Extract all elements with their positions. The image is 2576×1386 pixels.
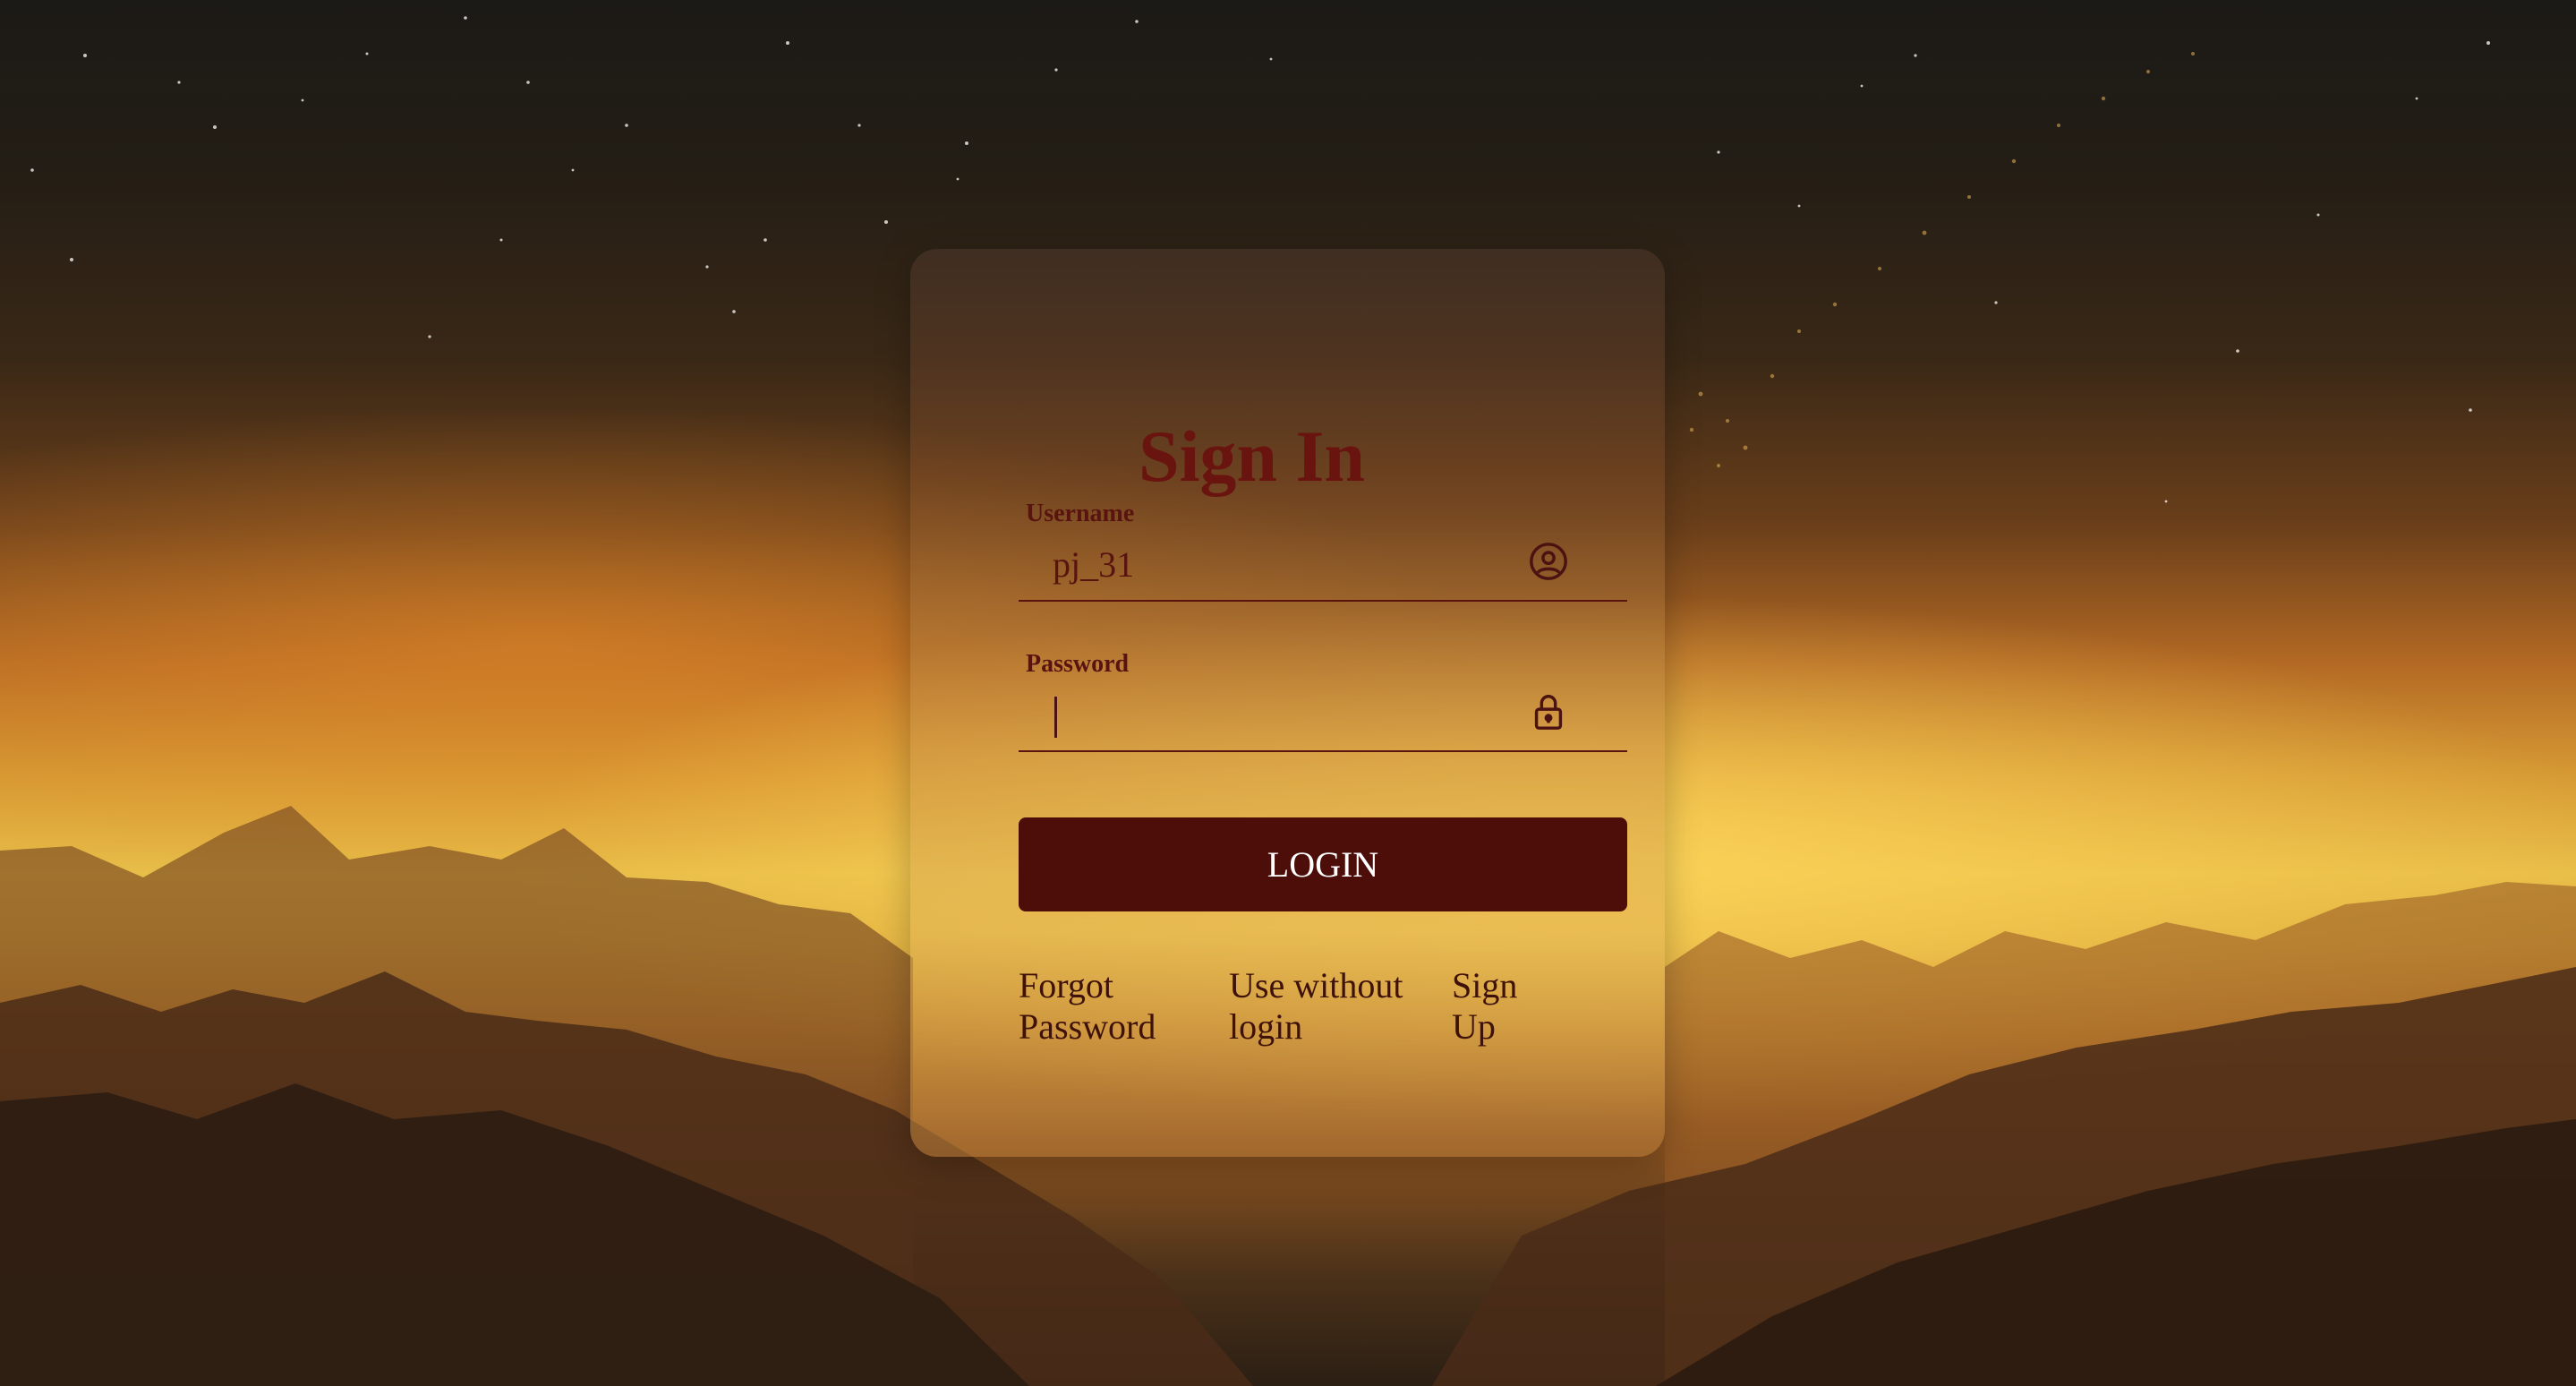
forgot-password-line1: Forgot bbox=[1019, 965, 1113, 1005]
login-button[interactable]: LOGIN bbox=[1019, 817, 1627, 911]
password-field: Password bbox=[1019, 650, 1627, 757]
use-without-login-line2: login bbox=[1229, 1006, 1303, 1047]
text-cursor bbox=[1054, 697, 1057, 738]
password-input[interactable] bbox=[1053, 686, 1518, 743]
use-without-login-link[interactable]: Use without login bbox=[1229, 965, 1426, 1048]
sign-up-line2: Up bbox=[1452, 1006, 1496, 1047]
username-field: Username bbox=[1019, 500, 1627, 607]
forgot-password-link[interactable]: Forgot Password bbox=[1019, 965, 1198, 1048]
username-label: Username bbox=[1026, 500, 1135, 527]
forgot-password-line2: Password bbox=[1019, 1006, 1156, 1047]
password-label: Password bbox=[1026, 650, 1130, 678]
sign-up-link[interactable]: Sign Up bbox=[1452, 965, 1541, 1048]
sign-in-card: Sign In Username Password LOGIN Forgot P… bbox=[910, 249, 1665, 1157]
username-underline bbox=[1019, 600, 1627, 602]
sign-up-line1: Sign bbox=[1452, 965, 1518, 1005]
password-underline bbox=[1019, 750, 1627, 752]
username-input[interactable] bbox=[1053, 535, 1518, 593]
user-circle-icon bbox=[1530, 543, 1567, 580]
use-without-login-line1: Use without bbox=[1229, 965, 1403, 1005]
lock-icon bbox=[1534, 695, 1563, 730]
sign-in-title-text: Sign In bbox=[1138, 415, 1365, 497]
sign-in-title: Sign In bbox=[910, 415, 1665, 499]
